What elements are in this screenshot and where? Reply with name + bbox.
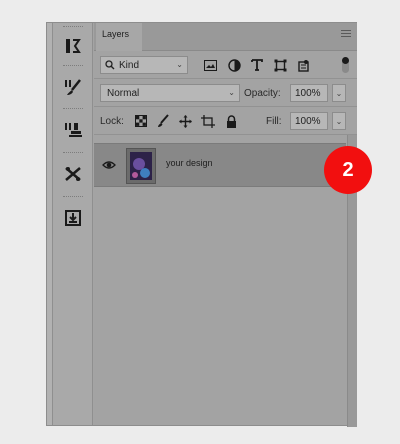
lock-all-icon[interactable]: [224, 113, 238, 129]
image-icon[interactable]: [202, 57, 218, 73]
dock-grip[interactable]: [63, 65, 83, 67]
layer-thumbnail[interactable]: [126, 148, 156, 184]
chevron-down-icon: ⌄: [176, 60, 183, 69]
brushes-icon[interactable]: [57, 73, 89, 101]
lock-label: Lock:: [100, 116, 124, 127]
panel-menu-icon[interactable]: [341, 30, 351, 39]
layers-panel: Layers Kind ⌄ Normal ⌄ Opacity: 100% ⌄ L…: [94, 23, 357, 427]
filter-toggle[interactable]: [342, 57, 349, 73]
filter-kind-value: Kind: [119, 59, 140, 71]
blend-mode-value: Normal: [107, 87, 140, 99]
dock-grip[interactable]: [63, 152, 83, 154]
opacity-field[interactable]: 100%: [290, 84, 328, 102]
opacity-label: Opacity:: [244, 88, 281, 99]
chevron-down-icon: ⌄: [228, 88, 235, 97]
fill-field[interactable]: 100%: [290, 112, 328, 130]
filter-kind-select[interactable]: Kind ⌄: [100, 56, 188, 74]
dock-grip[interactable]: [63, 108, 83, 110]
dock-grip[interactable]: [63, 26, 83, 28]
lock-row: Lock: Fill: 100% ⌄: [94, 107, 357, 135]
blend-row: Normal ⌄ Opacity: 100% ⌄: [94, 79, 357, 107]
opacity-value: 100%: [295, 87, 321, 99]
type-icon[interactable]: [249, 57, 265, 73]
search-icon: [105, 60, 115, 70]
lock-position-icon[interactable]: [178, 113, 192, 129]
eye-icon[interactable]: [102, 158, 116, 172]
tab-layers[interactable]: Layers: [96, 23, 142, 51]
blend-mode-select[interactable]: Normal ⌄: [100, 84, 240, 102]
fill-label: Fill:: [266, 116, 282, 127]
step-callout-badge: 2: [324, 146, 372, 194]
layer-row[interactable]: your design: [94, 143, 346, 187]
lock-image-pixels-icon[interactable]: [156, 113, 170, 129]
shape-icon[interactable]: [272, 57, 288, 73]
layer-name[interactable]: your design: [166, 158, 213, 168]
lock-transparent-pixels-icon[interactable]: [134, 113, 148, 129]
panel-dock-icons: [53, 23, 93, 425]
export-icon[interactable]: [57, 204, 89, 232]
clone-source-icon[interactable]: [57, 116, 89, 144]
fill-value: 100%: [295, 115, 321, 127]
filter-row: Kind ⌄: [94, 51, 357, 79]
photoshop-panel-frame: Layers Kind ⌄ Normal ⌄ Opacity: 100% ⌄ L…: [46, 22, 357, 427]
lock-artboard-icon[interactable]: [201, 113, 215, 129]
history-brush-icon[interactable]: [57, 32, 89, 60]
opacity-dropdown-button[interactable]: ⌄: [332, 84, 346, 102]
tool-presets-icon[interactable]: [57, 160, 89, 188]
adjustment-icon[interactable]: [226, 57, 242, 73]
smart-object-icon[interactable]: [295, 57, 311, 73]
dock-grip[interactable]: [63, 196, 83, 198]
fill-dropdown-button[interactable]: ⌄: [332, 112, 346, 130]
panel-tab-bar: Layers: [94, 23, 357, 51]
